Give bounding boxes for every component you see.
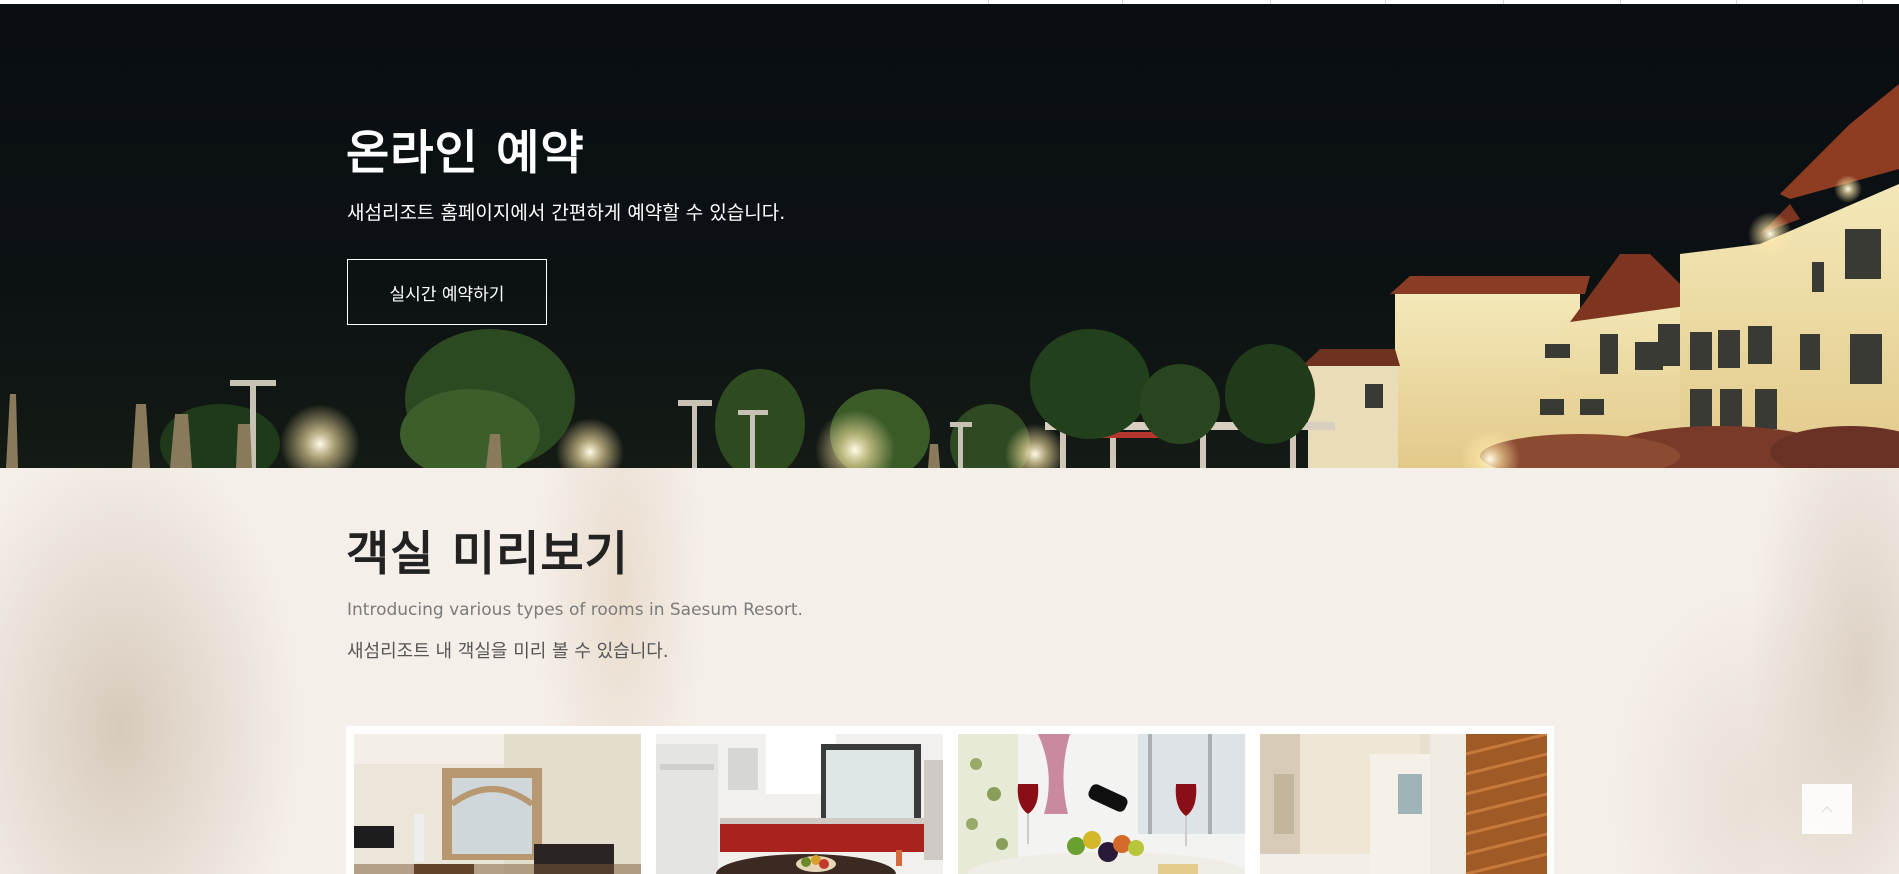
bathroom-photo xyxy=(1260,734,1547,874)
realtime-reservation-button[interactable]: 실시간 예약하기 xyxy=(347,259,547,325)
kitchen-photo xyxy=(656,734,943,874)
scroll-to-top-button[interactable] xyxy=(1802,784,1852,834)
chevron-up-icon xyxy=(1821,806,1833,813)
hero-title: 온라인 예약 xyxy=(346,126,585,181)
rooms-subtitle-ko: 새섬리조트 내 객실을 미리 볼 수 있습니다. xyxy=(347,641,669,662)
wine-table-photo xyxy=(958,734,1245,874)
resort-night-photo xyxy=(6,84,1899,468)
room-thumbnail-bathroom[interactable] xyxy=(1252,726,1554,874)
living-room-photo xyxy=(354,734,641,874)
room-thumbnail-living-room[interactable] xyxy=(346,726,648,874)
hero-subtitle: 새섬리조트 홈페이지에서 간편하게 예약할 수 있습니다. xyxy=(347,202,786,224)
room-thumbnail-kitchen[interactable] xyxy=(648,726,950,874)
rooms-subtitle-en: Introducing various types of rooms in Sa… xyxy=(347,600,803,620)
room-thumbnail-list xyxy=(346,726,1558,874)
room-preview-section: 객실 미리보기 Introducing various types of roo… xyxy=(0,468,1899,874)
reservation-hero: 온라인 예약 새섬리조트 홈페이지에서 간편하게 예약할 수 있습니다. 실시간… xyxy=(0,4,1899,468)
rooms-title: 객실 미리보기 xyxy=(346,527,629,582)
room-thumbnail-wine-table[interactable] xyxy=(950,726,1252,874)
